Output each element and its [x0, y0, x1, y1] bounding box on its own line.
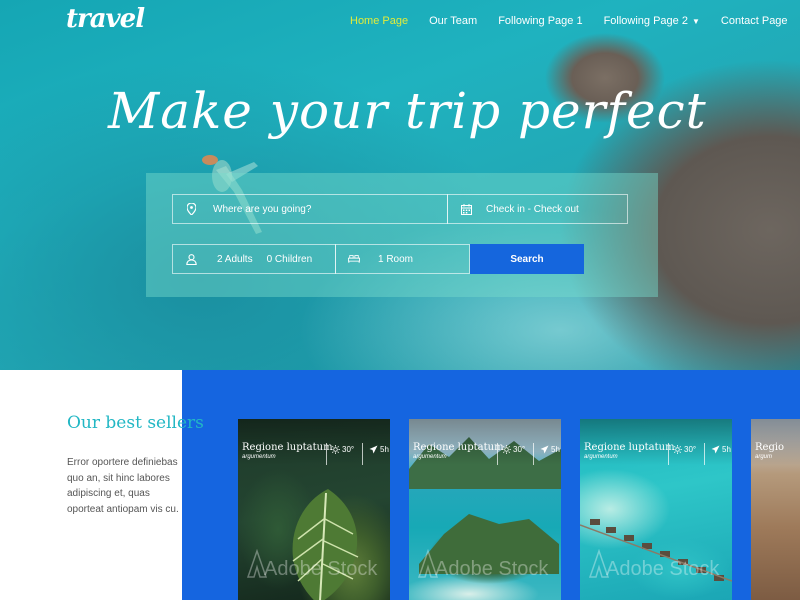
hero-section: travel Home Page Our Team Following Page… [0, 0, 800, 370]
best-sellers-title: Our best sellers [67, 413, 204, 433]
best-sellers-description: Error oportere definiebas quo an, sit hi… [67, 457, 179, 515]
temp-value: 30° [684, 445, 697, 454]
watermark-text: Adobe Stock [264, 558, 378, 580]
duration-value: 5h [380, 445, 389, 454]
plane-icon [711, 445, 720, 454]
destination-placeholder: Where are you going? [213, 203, 312, 215]
temp-value: 30° [342, 445, 355, 454]
nav-item-following-page-1[interactable]: Following Page 1 [498, 15, 582, 27]
divider [362, 443, 363, 465]
guests-selector[interactable]: 2 Adults 0 Children [172, 244, 336, 274]
card-temperature: 30° [673, 445, 696, 454]
card-flight-time: 5h [369, 445, 389, 454]
logo[interactable]: travel [66, 4, 145, 34]
divider [668, 443, 669, 465]
divider [704, 443, 705, 465]
rooms-selector[interactable]: 1 Room [335, 244, 470, 274]
nav-label: Following Page 1 [498, 15, 583, 27]
search-panel: Where are you going? Check in - Check ou… [146, 173, 658, 297]
nav-label: Following Page 2 [603, 15, 688, 27]
watermark-text: Adobe Stock [435, 558, 549, 580]
bed-icon [348, 253, 360, 265]
nav-item-home[interactable]: Home Page [350, 15, 408, 27]
nav-label: Our Team [429, 15, 478, 27]
card-title: Regio [755, 442, 785, 453]
card-title: Regione luptatum [413, 442, 504, 453]
sun-icon [673, 445, 682, 454]
card-temperature: 30° [502, 445, 525, 454]
adults-label: 2 Adults [217, 253, 253, 265]
sun-icon [331, 445, 340, 454]
leaf-image [292, 489, 359, 600]
nav-item-our-team[interactable]: Our Team [429, 15, 477, 27]
rooms-label: 1 Room [378, 253, 414, 265]
card-subtitle: argumentum [413, 454, 447, 460]
search-button[interactable]: Search [470, 244, 584, 274]
card-title: Regione luptatum [584, 442, 675, 453]
duration-value: 5h [551, 445, 560, 454]
user-icon [185, 253, 197, 265]
destination-card[interactable]: Regione luptatum argumentum 30° 5h Adobe… [580, 419, 732, 600]
nav-label: Contact Page [720, 15, 788, 27]
temp-value: 30° [513, 445, 526, 454]
dates-label: Check in - Check out [486, 203, 579, 215]
main-nav: Home Page Our Team Following Page 1 Foll… [350, 15, 800, 27]
card-subtitle: argum [755, 454, 773, 460]
dates-input[interactable]: Check in - Check out [447, 194, 628, 224]
calendar-icon [460, 203, 472, 215]
plane-icon [540, 445, 549, 454]
caret-down-icon: ▼ [691, 17, 700, 26]
divider [326, 443, 327, 465]
destination-card[interactable]: Regio argum [751, 419, 800, 600]
divider [497, 443, 498, 465]
destination-card[interactable]: Regione luptatum argumentum 30° 5h Adobe… [409, 419, 561, 600]
duration-value: 5h [722, 445, 731, 454]
sun-icon [502, 445, 511, 454]
card-flight-time: 5h [711, 445, 731, 454]
card-subtitle: argumentum [242, 454, 276, 460]
card-flight-time: 5h [540, 445, 560, 454]
nav-item-following-page-2[interactable]: Following Page 2 ▼ [604, 15, 700, 27]
nav-label: Home Page [350, 15, 409, 27]
card-title: Regione luptatum [242, 442, 333, 453]
location-pin-icon [185, 203, 197, 215]
watermark-text: Adobe Stock [606, 558, 720, 580]
divider [533, 443, 534, 465]
hero-headline: Make your trip perfect [108, 82, 707, 140]
plane-icon [369, 445, 378, 454]
destination-input[interactable]: Where are you going? [172, 194, 448, 224]
destination-card[interactable]: Regione luptatum argumentum 30° 5h Adobe… [238, 419, 390, 600]
children-label: 0 Children [266, 253, 313, 265]
nav-item-contact[interactable]: Contact Page [721, 15, 788, 27]
card-temperature: 30° [331, 445, 354, 454]
card-subtitle: argumentum [584, 454, 618, 460]
